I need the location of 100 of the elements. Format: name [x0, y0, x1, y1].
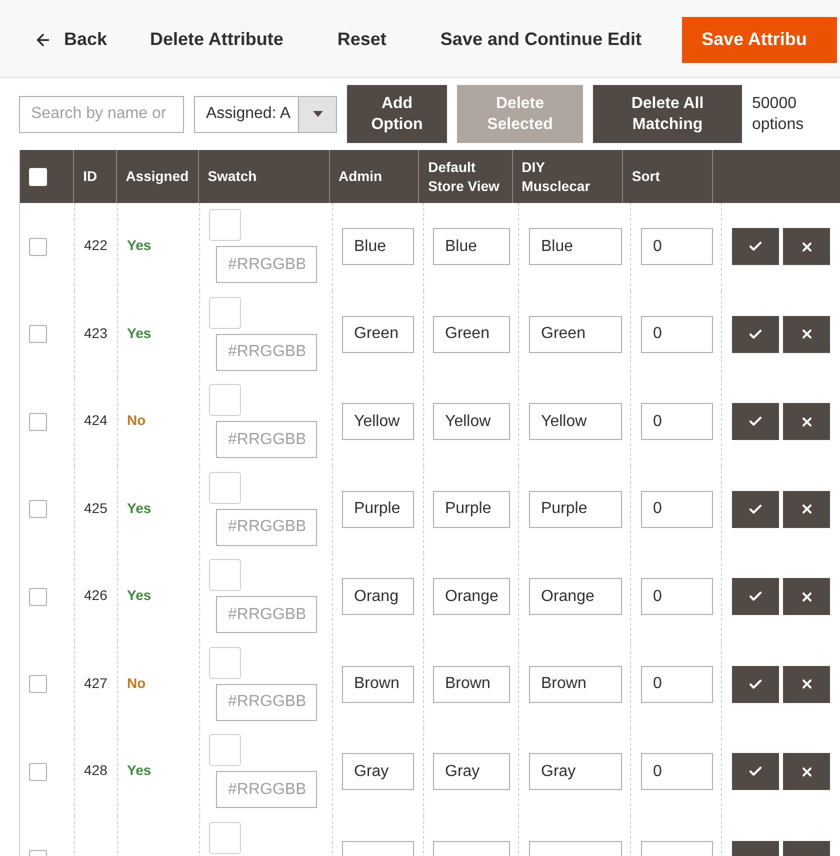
row-checkbox[interactable]	[29, 325, 47, 344]
text-field[interactable]: Brown	[433, 666, 510, 703]
text-field[interactable]: 0	[641, 403, 713, 440]
text-field[interactable]: 0	[641, 316, 713, 353]
delete-row-button[interactable]	[783, 666, 830, 703]
toolbar-button[interactable]: Add Option	[347, 85, 447, 143]
text-field[interactable]: Brown	[342, 666, 414, 703]
text-field[interactable]: 0	[641, 753, 713, 790]
id-text: 423	[84, 324, 108, 343]
swatch-picker[interactable]	[209, 384, 241, 416]
id-text: 428	[84, 761, 108, 780]
close-icon	[800, 764, 814, 779]
page-action-button[interactable]: Save and Continue Edit	[413, 16, 668, 62]
assigned-status: Yes	[127, 586, 152, 606]
save-row-button[interactable]	[732, 316, 779, 353]
text-field[interactable]: #RRGGBB	[216, 421, 317, 458]
page-action-button[interactable]: Reset	[310, 16, 414, 62]
close-icon	[800, 677, 814, 692]
column-header: DIY Musclecar	[522, 158, 592, 196]
assigned-status: Yes	[127, 324, 152, 343]
text-field[interactable]: #RRGGBB	[216, 684, 317, 720]
row-checkbox[interactable]	[29, 500, 47, 518]
assigned-status: Yes	[127, 498, 152, 518]
text-field[interactable]: 0	[641, 578, 713, 616]
delete-row-button[interactable]	[783, 228, 830, 266]
save-attribute-button[interactable]: Save Attribu	[682, 16, 837, 62]
save-row-button[interactable]	[732, 228, 779, 266]
text-field[interactable]: #RRGGBB	[216, 508, 317, 546]
text-field[interactable]: #RRGGBB	[216, 771, 317, 808]
select-all-checkbox[interactable]	[29, 168, 47, 186]
swatch-picker[interactable]	[209, 734, 241, 766]
delete-row-button[interactable]	[783, 316, 830, 353]
text-field[interactable]: Blue	[529, 228, 622, 266]
caret-down-icon	[312, 111, 322, 117]
close-icon	[800, 502, 814, 516]
id-text: 422	[84, 236, 108, 256]
assigned-status: Yes	[127, 761, 152, 780]
text-field[interactable]: Orange	[529, 578, 622, 616]
id-text: 424	[84, 411, 108, 430]
delete-row-button[interactable]	[783, 753, 830, 790]
swatch-picker[interactable]	[209, 559, 241, 591]
swatch-picker[interactable]	[209, 646, 241, 678]
save-row-button[interactable]	[732, 578, 779, 616]
options-count: 50000 options	[752, 94, 805, 135]
search-field[interactable]: Search by name or	[19, 96, 184, 132]
text-field[interactable]: Purple	[433, 490, 510, 528]
text-field[interactable]: Purple	[342, 490, 414, 528]
text-field[interactable]: Orang	[342, 578, 414, 616]
save-row-button[interactable]	[732, 490, 779, 528]
row-checkbox[interactable]	[29, 588, 47, 606]
id-text: 426	[84, 586, 108, 606]
text-field[interactable]: Yellow	[433, 403, 510, 440]
row-checkbox[interactable]	[29, 412, 47, 431]
page-action-button[interactable]: Delete Attribute	[123, 16, 310, 62]
text-field[interactable]: 0	[641, 490, 713, 528]
column-header: Admin	[338, 167, 382, 186]
assigned-filter-dropdown[interactable]: Assigned: A	[194, 96, 337, 132]
text-field[interactable]: Gray	[433, 753, 510, 790]
text-field[interactable]: 0	[641, 666, 713, 703]
text-field[interactable]: Green	[342, 316, 414, 353]
text-field[interactable]: Yellow	[342, 403, 414, 440]
delete-row-button[interactable]	[783, 490, 830, 528]
swatch-picker[interactable]	[209, 209, 241, 241]
close-icon	[800, 240, 814, 254]
text-field[interactable]: Brown	[529, 666, 622, 703]
text-field[interactable]: Gray	[529, 753, 622, 790]
text-field[interactable]: #RRGGBB	[216, 246, 317, 283]
text-field[interactable]: Yellow	[529, 403, 622, 440]
text-field[interactable]: Green	[433, 316, 510, 353]
column-header: ID	[83, 167, 98, 186]
back-button[interactable]: Back	[18, 16, 124, 62]
swatch-picker[interactable]	[209, 822, 241, 854]
text-field[interactable]: 0	[641, 228, 713, 266]
text-field[interactable]: #RRGGBB	[216, 334, 317, 370]
save-row-button[interactable]	[732, 403, 779, 440]
close-icon	[800, 327, 814, 342]
assigned-status: Yes	[127, 236, 152, 256]
text-field[interactable]: Purple	[529, 490, 622, 528]
save-row-button[interactable]	[732, 666, 779, 703]
text-field[interactable]: Orange	[433, 578, 510, 616]
swatch-picker[interactable]	[209, 296, 241, 328]
row-checkbox[interactable]	[29, 238, 47, 256]
delete-row-button[interactable]	[783, 578, 830, 616]
row-checkbox[interactable]	[29, 762, 47, 781]
column-header: Sort	[632, 167, 660, 186]
delete-row-button[interactable]	[783, 403, 830, 440]
swatch-picker[interactable]	[209, 472, 241, 504]
text-field[interactable]: Green	[529, 316, 622, 353]
toolbar-button[interactable]: Delete All Matching	[593, 85, 742, 143]
assigned-status: No	[127, 411, 146, 430]
text-field[interactable]: Blue	[342, 228, 414, 266]
column-header: Assigned	[126, 167, 189, 186]
text-field[interactable]: Gray	[342, 753, 414, 790]
column-header: Swatch	[208, 167, 257, 186]
text-field[interactable]: #RRGGBB	[216, 596, 317, 633]
close-icon	[800, 590, 814, 604]
save-row-button[interactable]	[732, 753, 779, 790]
id-text: 425	[84, 498, 108, 518]
row-checkbox[interactable]	[29, 675, 47, 694]
text-field[interactable]: Blue	[433, 228, 510, 266]
